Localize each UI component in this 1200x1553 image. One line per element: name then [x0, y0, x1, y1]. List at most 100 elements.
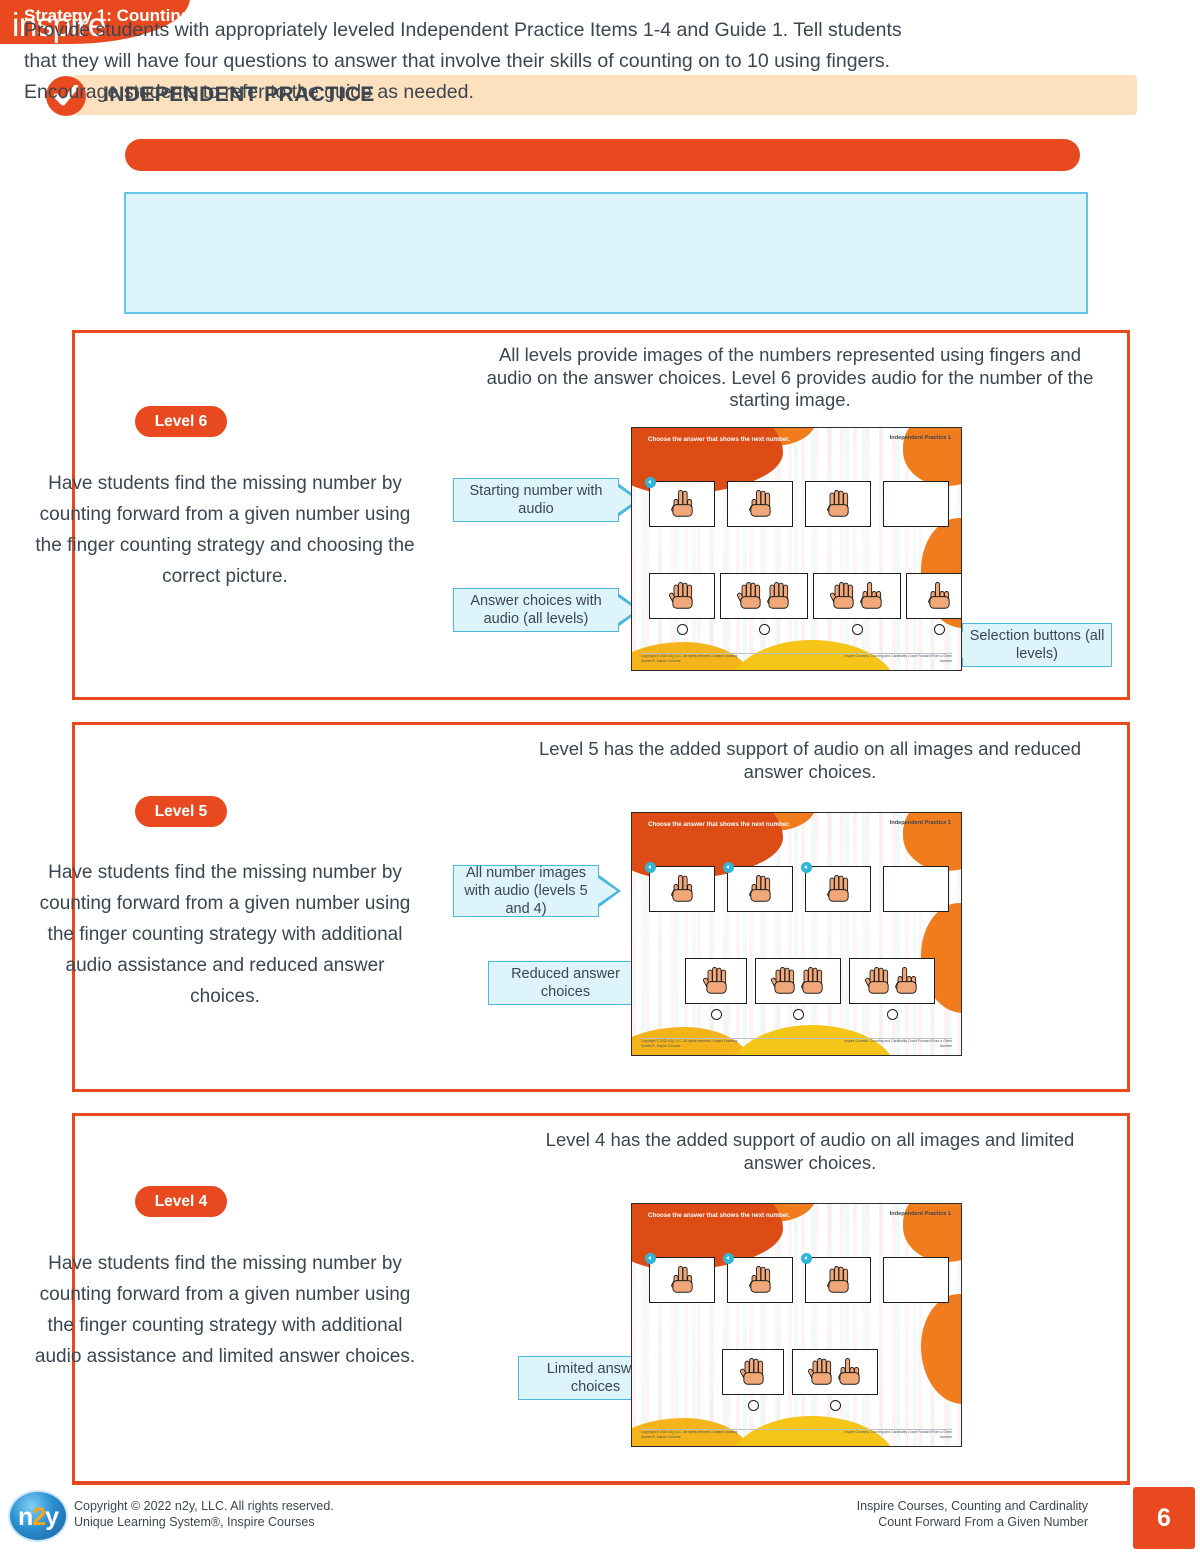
answer-choice-cell[interactable] — [720, 573, 808, 619]
level-6-badge: Level 6 — [135, 406, 227, 437]
selection-radio-button[interactable] — [886, 1009, 898, 1020]
audio-speaker-icon[interactable] — [723, 1253, 734, 1264]
number-image-cell — [645, 1253, 715, 1303]
mockup-prompt-row — [645, 477, 949, 527]
level-5-badge-label: Level 5 — [154, 803, 208, 820]
selection-radio-button[interactable] — [710, 1009, 722, 1020]
starting-number-callout-text: Starting number with audio — [469, 483, 603, 517]
footer-copyright-line1: Copyright © 2022 n2y, LLC. All rights re… — [74, 1499, 334, 1513]
number-image-cell — [801, 862, 871, 912]
selection-radio-button[interactable] — [747, 1400, 759, 1411]
number-image-cell — [645, 862, 715, 912]
selection-radio-button[interactable] — [933, 624, 945, 635]
page-number: 6 — [1157, 1504, 1171, 1532]
selection-buttons-callout: Selection buttons (all levels) — [962, 623, 1112, 667]
footer-copyright: Copyright © 2022 n2y, LLC. All rights re… — [74, 1499, 334, 1530]
mockup-answer-row — [649, 573, 961, 619]
number-image-cell — [723, 1253, 793, 1303]
page-number-badge: 6 — [1133, 1487, 1195, 1549]
selection-radio-button[interactable] — [851, 624, 863, 635]
selection-button-slot — [906, 624, 961, 635]
missing-number-cell — [883, 481, 949, 527]
footer-course-info: Inspire Courses, Counting and Cardinalit… — [857, 1499, 1088, 1530]
answer-choice-cell[interactable] — [755, 958, 841, 1004]
answer-choice-cell[interactable] — [813, 573, 901, 619]
mockup-footer-left: Copyright © 2022 n2y, LLC. All rights re… — [641, 654, 738, 663]
level-4-badge: Level 4 — [135, 1186, 227, 1217]
mockup-corner-label: Independent Practice 1 — [889, 820, 951, 826]
reduced-answer-choices-callout-text: Reduced answer choices — [511, 966, 620, 1000]
mockup-footer-right: Inspire Courses, Counting and Cardinalit… — [844, 654, 952, 663]
mockup-selection-buttons — [649, 624, 961, 635]
audio-speaker-icon[interactable] — [801, 1253, 812, 1264]
footer-divider — [72, 1481, 1130, 1485]
mockup-selection-buttons — [685, 1009, 935, 1020]
selection-radio-button[interactable] — [758, 624, 770, 635]
mockup-footer-left: Copyright © 2022 n2y, LLC. All rights re… — [641, 1430, 738, 1439]
answer-choice-cell[interactable] — [792, 1349, 878, 1395]
answer-choice-cell[interactable] — [722, 1349, 784, 1395]
number-image-cell — [727, 481, 793, 527]
number-image-cell — [723, 862, 793, 912]
selection-button-slot — [685, 1009, 747, 1020]
n2y-logo-text: n2y — [17, 1503, 59, 1531]
strategy-pill — [125, 139, 1080, 171]
mockup-corner-label: Independent Practice 1 — [889, 1211, 951, 1217]
audio-speaker-icon[interactable] — [645, 477, 656, 488]
selection-button-slot — [755, 1009, 841, 1020]
level-4-badge-label: Level 4 — [154, 1193, 208, 1210]
level-4-description: Have students find the missing number by… — [34, 1253, 416, 1367]
answer-choices-callout-text: Answer choices with audio (all levels) — [470, 593, 602, 627]
selection-button-slot — [849, 1009, 935, 1020]
audio-speaker-icon[interactable] — [723, 862, 734, 873]
missing-number-cell — [883, 1257, 949, 1303]
level-5-badge: Level 5 — [135, 796, 227, 827]
audio-speaker-icon[interactable] — [801, 862, 812, 873]
number-image-cell — [645, 477, 715, 527]
selection-radio-button[interactable] — [792, 1009, 804, 1020]
answer-choice-cell[interactable] — [649, 573, 715, 619]
level-4-app-mockup: Choose the answer that shows the next nu… — [631, 1203, 962, 1447]
answer-choice-cell[interactable] — [849, 958, 935, 1004]
mockup-answer-row — [722, 1349, 878, 1395]
mockup-prompt-text: Choose the answer that shows the next nu… — [648, 1212, 790, 1219]
number-image-cell — [805, 481, 871, 527]
footer-copyright-line2: Unique Learning System®, Inspire Courses — [74, 1514, 315, 1529]
footer-course-line1: Inspire Courses, Counting and Cardinalit… — [856, 1499, 1088, 1513]
answer-choice-cell[interactable] — [685, 958, 747, 1004]
audio-speaker-icon[interactable] — [645, 862, 656, 873]
selection-radio-button[interactable] — [676, 624, 688, 635]
all-number-images-callout-text: All number images with audio (levels 5 a… — [464, 865, 588, 917]
mockup-prompt-row — [645, 862, 949, 912]
level-5-description: Have students find the missing number by… — [39, 862, 411, 1007]
level-5-app-mockup: Choose the answer that shows the next nu… — [631, 812, 962, 1056]
number-image-cell — [801, 1253, 871, 1303]
level-4-caption: Level 4 has the added support of audio o… — [545, 1129, 1075, 1173]
intro-callout-box — [124, 192, 1088, 314]
page-root: inspire INDEPENDENT PRACTICE Strategy 1:… — [0, 0, 1200, 1553]
mockup-footer-left: Copyright © 2022 n2y, LLC. All rights re… — [641, 1039, 738, 1048]
missing-number-cell — [883, 866, 949, 912]
all-number-images-callout: All number images with audio (levels 5 a… — [453, 865, 599, 917]
mockup-prompt-text: Choose the answer that shows the next nu… — [648, 436, 790, 443]
mockup-prompt-row — [645, 1253, 949, 1303]
mockup-footer-right: Inspire Courses, Counting and Cardinalit… — [844, 1430, 952, 1439]
mockup-footer-right: Inspire Courses, Counting and Cardinalit… — [844, 1039, 952, 1048]
audio-speaker-icon[interactable] — [645, 1253, 656, 1264]
footer-course-line2: Count Forward From a Given Number — [878, 1514, 1088, 1529]
level-6-badge-label: Level 6 — [154, 413, 208, 430]
mockup-prompt-text: Choose the answer that shows the next nu… — [648, 821, 790, 828]
level-6-description: Have students find the missing number by… — [35, 473, 415, 587]
mockup-answer-row — [685, 958, 935, 1004]
level-6-caption: All levels provide images of the numbers… — [486, 344, 1094, 410]
mockup-selection-buttons — [722, 1400, 878, 1411]
selection-buttons-callout-text: Selection buttons (all levels) — [969, 628, 1105, 662]
mockup-corner-label: Independent Practice 1 — [889, 435, 951, 441]
selection-button-slot — [649, 624, 715, 635]
level-6-app-mockup: Choose the answer that shows the next nu… — [631, 427, 962, 671]
starting-number-callout: Starting number with audio — [453, 478, 619, 522]
level-5-caption: Level 5 has the added support of audio o… — [538, 738, 1082, 782]
answer-choice-cell[interactable] — [906, 573, 961, 619]
intro-text: Provide students with appropriately leve… — [24, 19, 902, 103]
selection-radio-button[interactable] — [829, 1400, 841, 1411]
